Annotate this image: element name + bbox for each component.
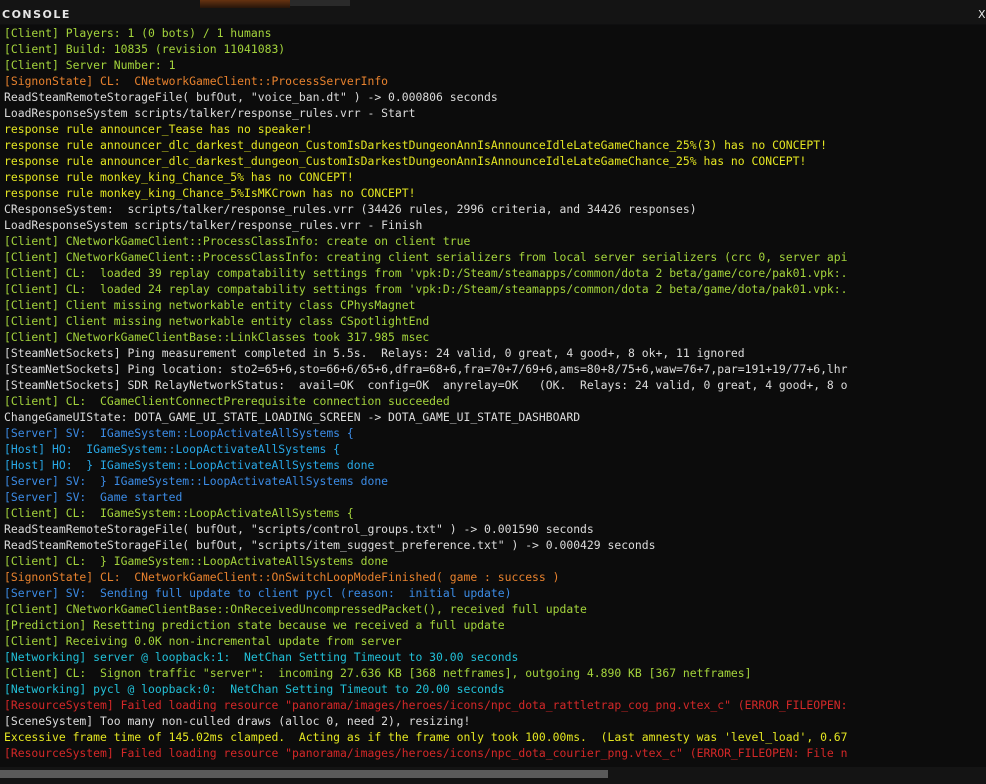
console-line: [Networking] pycl @ loopback:0: NetChan … — [4, 682, 505, 696]
console-line: [Client] Client missing networkable enti… — [4, 314, 430, 328]
game-background-strip — [200, 0, 290, 8]
console-line: [SignonState] CL: CNetworkGameClient::Pr… — [4, 74, 389, 88]
console-line: LoadResponseSystem scripts/talker/respon… — [4, 106, 416, 120]
console-line: [Networking] server @ loopback:1: NetCha… — [4, 650, 519, 664]
console-line: [Client] Players: 1 (0 bots) / 1 humans — [4, 26, 272, 40]
console-line: [Server] SV: IGameSystem::LoopActivateAl… — [4, 426, 354, 440]
console-line: [Client] Build: 10835 (revision 11041083… — [4, 42, 286, 56]
console-line: response rule monkey_king_Chance_5% has … — [4, 170, 354, 184]
console-line: [Client] CL: IGameSystem::LoopActivateAl… — [4, 506, 354, 520]
console-line: [Client] Client missing networkable enti… — [4, 298, 416, 312]
console-line: [Client] CL: loaded 24 replay compatabil… — [4, 282, 848, 296]
close-button[interactable]: X — [978, 8, 986, 21]
console-title-bar[interactable]: CONSOLE X — [0, 0, 986, 24]
console-line: [ResourceSystem] Failed loading resource… — [4, 746, 848, 760]
console-line: [SteamNetSockets] SDR RelayNetworkStatus… — [4, 378, 848, 392]
console-line: [Client] CL: } IGameSystem::LoopActivate… — [4, 554, 389, 568]
console-line: response rule announcer_Tease has no spe… — [4, 122, 313, 136]
console-line: ReadSteamRemoteStorageFile( bufOut, "voi… — [4, 90, 498, 104]
console-line: [ResourceSystem] Failed loading resource… — [4, 698, 848, 712]
console-line: [Client] CNetworkGameClient::ProcessClas… — [4, 234, 471, 248]
console-line: [Client] CNetworkGameClientBase::LinkCla… — [4, 330, 430, 344]
console-line: [Prediction] Resetting prediction state … — [4, 618, 505, 632]
console-line: [SignonState] CL: CNetworkGameClient::On… — [4, 570, 560, 584]
console-line: [Client] CL: Signon traffic "server": in… — [4, 666, 752, 680]
console-line: [Server] SV: Game started — [4, 490, 183, 504]
console-line: [Client] CL: loaded 39 replay compatabil… — [4, 266, 848, 280]
console-line: [Client] CL: CGameClientConnectPrerequis… — [4, 394, 450, 408]
console-line: [Client] CNetworkGameClientBase::OnRecei… — [4, 602, 587, 616]
console-line: [Client] CNetworkGameClient::ProcessClas… — [4, 250, 848, 264]
console-line: ChangeGameUIState: DOTA_GAME_UI_STATE_LO… — [4, 410, 581, 424]
console-line: [Client] Receiving 0.0K non-incremental … — [4, 634, 402, 648]
console-line: LoadResponseSystem scripts/talker/respon… — [4, 218, 423, 232]
console-title: CONSOLE — [2, 8, 71, 21]
console-line: [SteamNetSockets] Ping location: sto2=65… — [4, 362, 848, 376]
horizontal-scrollbar[interactable] — [0, 767, 986, 784]
console-line: [Client] Server Number: 1 — [4, 58, 176, 72]
scrollbar-thumb[interactable] — [0, 770, 608, 778]
console-line: response rule monkey_king_Chance_5%IsMKC… — [4, 186, 416, 200]
console-line: ReadSteamRemoteStorageFile( bufOut, "scr… — [4, 522, 594, 536]
console-line: response rule announcer_dlc_darkest_dung… — [4, 154, 807, 168]
console-line: [Server] SV: Sending full update to clie… — [4, 586, 512, 600]
console-line: [SceneSystem] Too many non-culled draws … — [4, 714, 471, 728]
console-line: ReadSteamRemoteStorageFile( bufOut, "scr… — [4, 538, 656, 552]
console-line: Excessive frame time of 145.02ms clamped… — [4, 730, 848, 744]
console-line: CResponseSystem: scripts/talker/response… — [4, 202, 697, 216]
console-line: response rule announcer_dlc_darkest_dung… — [4, 138, 827, 152]
console-line: [SteamNetSockets] Ping measurement compl… — [4, 346, 745, 360]
console-output[interactable]: [Client] Players: 1 (0 bots) / 1 humans [… — [0, 25, 986, 767]
game-background-strip — [290, 0, 350, 6]
console-line: [Server] SV: } IGameSystem::LoopActivate… — [4, 474, 389, 488]
console-line: [Host] HO: } IGameSystem::LoopActivateAl… — [4, 458, 375, 472]
console-line: [Host] HO: IGameSystem::LoopActivateAllS… — [4, 442, 341, 456]
